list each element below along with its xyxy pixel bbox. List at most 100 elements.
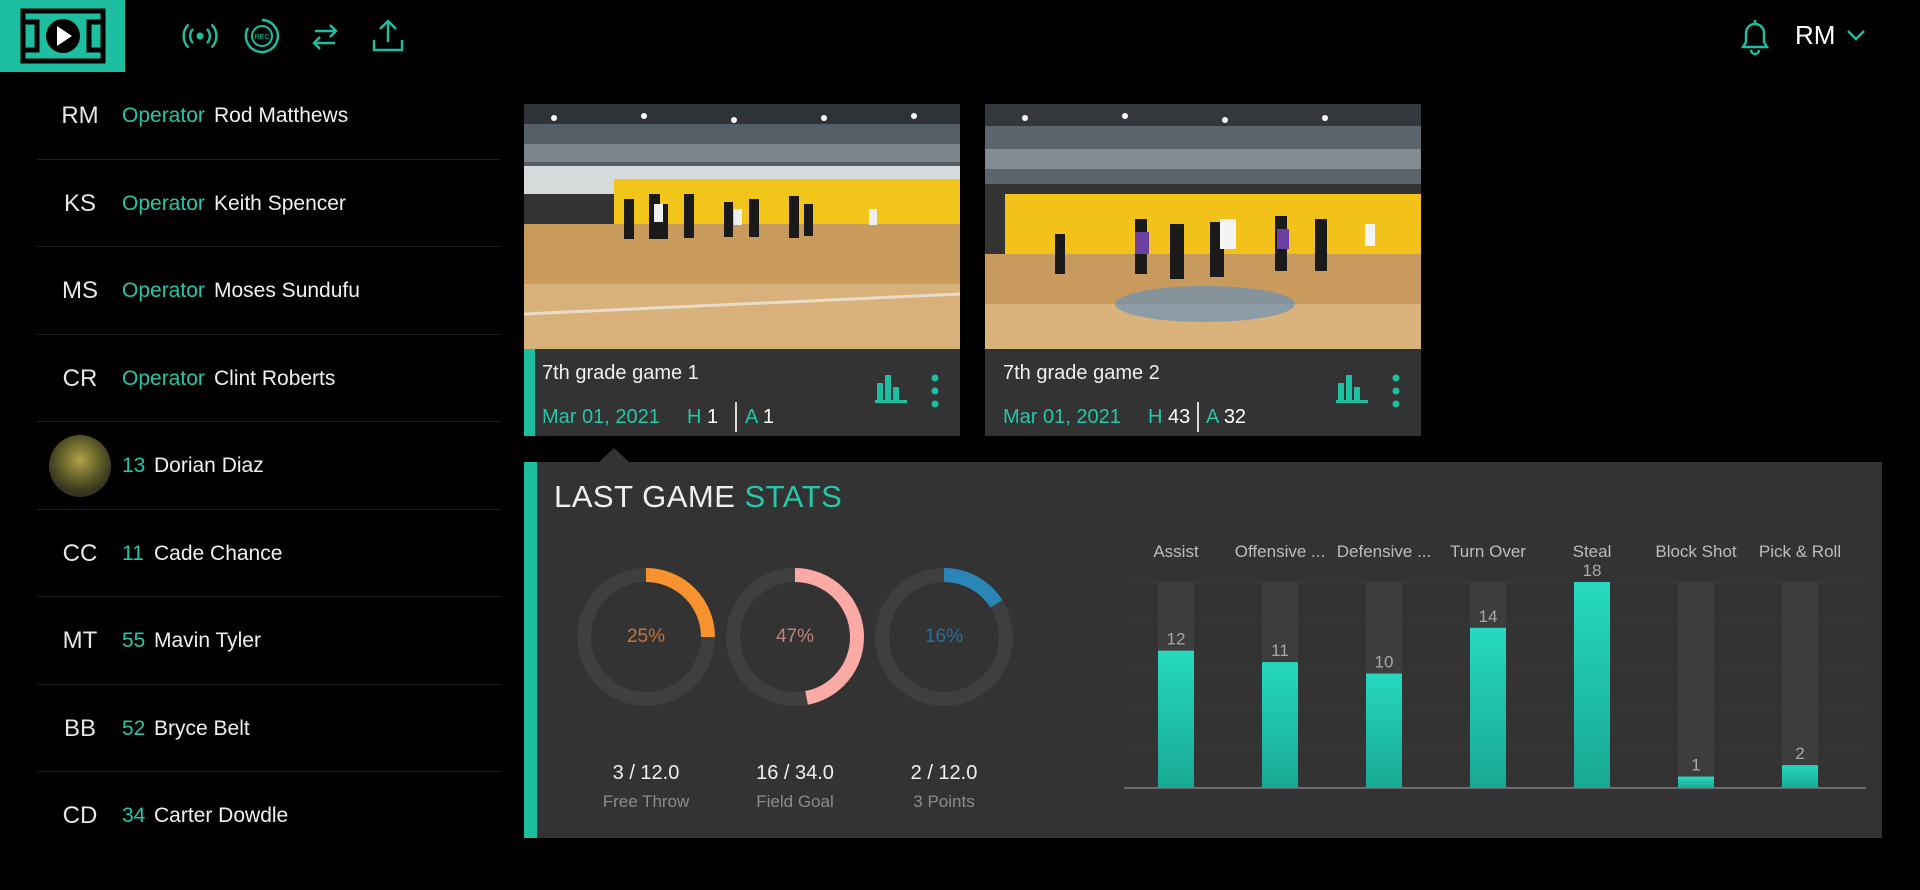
bar-value-label: 2 [1795,744,1804,763]
person-row[interactable]: CC 11 Cade Chance [37,510,500,597]
person-role: Operator [122,366,205,390]
game-card[interactable]: 7th grade game 2 Mar 01, 2021 H 43 A 32 [985,104,1421,436]
upload-icon[interactable] [368,16,408,56]
away-label: A [1206,406,1219,428]
percentage-donut: 16% [874,567,1014,707]
record-icon-text: REC [255,34,270,41]
bar[interactable] [1782,765,1818,788]
donut-percent: 16% [924,626,964,647]
person-role: Operator [122,279,205,302]
category-label: Offensive ... [1234,542,1326,561]
category-label: Assist [1153,542,1199,561]
person-row[interactable]: CD 34 Carter Dowdle [37,772,500,860]
game-date: Mar 01, 2021 [542,406,660,428]
app-logo[interactable] [0,0,125,72]
person-initials: CC [62,539,98,567]
away-label: A [745,406,758,428]
stat-label: 3 Points [913,792,975,811]
person-role: Operator [122,104,205,127]
person-initials: BB [63,714,96,742]
donut-percent: 25% [626,626,666,647]
person-initials: CD [62,802,98,829]
game-thumbnail[interactable] [524,104,960,349]
bar-value-label: 11 [1271,641,1289,660]
category-label: Defensive ... [1336,542,1432,561]
court-logo-icon [20,8,106,64]
game-title: 7th grade game 2 [1003,362,1160,384]
person-name: Bryce Belt [154,716,250,740]
stats-title-accent: STATS [744,479,843,514]
home-value: 1 [707,406,719,428]
jersey-number: 52 [122,716,146,740]
person-name: Moses Sundufu [214,279,360,302]
bar[interactable] [1470,627,1506,788]
person-initials: RM [61,102,99,129]
avatar [49,435,111,497]
person-row[interactable]: KS Operator Keith Spencer [37,160,500,247]
away-score: A 32 [1206,406,1246,429]
bar-chart-svg: 121110141812 [1124,561,1866,789]
person-initials: CR [62,364,98,392]
bar-chart-icon[interactable] [1336,373,1368,403]
home-value: 43 [1168,406,1191,428]
category-label: Pick & Roll [1758,542,1842,561]
chevron-down-icon[interactable] [1843,24,1869,46]
game-card[interactable]: 7th grade game 1 Mar 01, 2021 H 1 A 1 [524,104,960,436]
panel-accent-bar [524,462,537,838]
bar[interactable] [1262,662,1298,788]
bar-value-label: 1 [1691,756,1700,775]
bar-value-label: 14 [1479,607,1498,626]
last-game-stats-panel: LAST GAME STATS 25% 3 / 12.0 Free Throw 47… [524,462,1882,838]
away-score: A 1 [745,406,774,429]
jersey-number: 13 [122,454,146,477]
bar[interactable] [1678,776,1714,788]
person-name: Clint Roberts [214,366,336,390]
person-name: Keith Spencer [214,191,346,215]
person-row[interactable]: MT 55 Mavin Tyler [37,597,500,685]
person-name: Mavin Tyler [154,629,261,652]
person-row[interactable]: 13 Dorian Diaz [37,422,500,510]
stats-bar-chart: 12 11 10 14 18 1 2 Assist Offensive ... Defensive… [1124,542,1866,802]
person-row[interactable]: CR Operator Clint Roberts [37,335,500,422]
more-vertical-icon[interactable] [1391,373,1401,409]
person-initials: MT [62,627,98,654]
bar[interactable] [1158,650,1194,788]
percentage-donut: 47% [725,567,865,707]
category-label: Block Shot [1655,542,1737,561]
bar[interactable] [1366,673,1402,788]
stat-ratio: 2 / 12.0 [910,762,978,784]
jersey-number: 11 [122,541,144,565]
game-date: Mar 01, 2021 [1003,406,1121,428]
user-initials[interactable]: RM [1795,20,1835,51]
person-initials: KS [63,189,96,217]
person-initials: MS [62,277,98,304]
category-label: Turn Over [1450,542,1526,561]
bar[interactable] [1574,582,1610,788]
away-value: 1 [762,406,774,428]
person-row[interactable]: MS Operator Moses Sundufu [37,247,500,335]
donut-percent: 47% [775,626,815,647]
home-score: H 1 [687,406,718,429]
jersey-number: 55 [122,629,146,652]
home-label: H [1148,406,1163,428]
person-name: Dorian Diaz [154,454,264,477]
person-name: Cade Chance [154,541,283,565]
away-value: 32 [1223,406,1247,428]
person-role: Operator [122,191,205,215]
bar-value-label: 10 [1375,653,1394,672]
person-row[interactable]: BB 52 Bryce Belt [37,685,500,772]
selected-card-pointer [598,448,630,463]
more-vertical-icon[interactable] [930,373,940,409]
people-list: RM Operator Rod Matthews KS Operator Keith Sp… [37,72,500,860]
bell-icon[interactable] [1735,15,1775,57]
stats-title-main: LAST GAME [554,479,736,514]
swap-icon[interactable] [305,16,345,56]
broadcast-icon[interactable] [180,16,220,56]
person-name: Carter Dowdle [154,804,289,827]
record-icon[interactable]: REC [242,16,282,56]
bar-chart-icon[interactable] [875,373,907,403]
game-thumbnail[interactable] [985,104,1421,349]
home-score: H 43 [1148,406,1190,429]
score-divider [735,402,737,432]
person-row[interactable]: RM Operator Rod Matthews [37,72,500,160]
